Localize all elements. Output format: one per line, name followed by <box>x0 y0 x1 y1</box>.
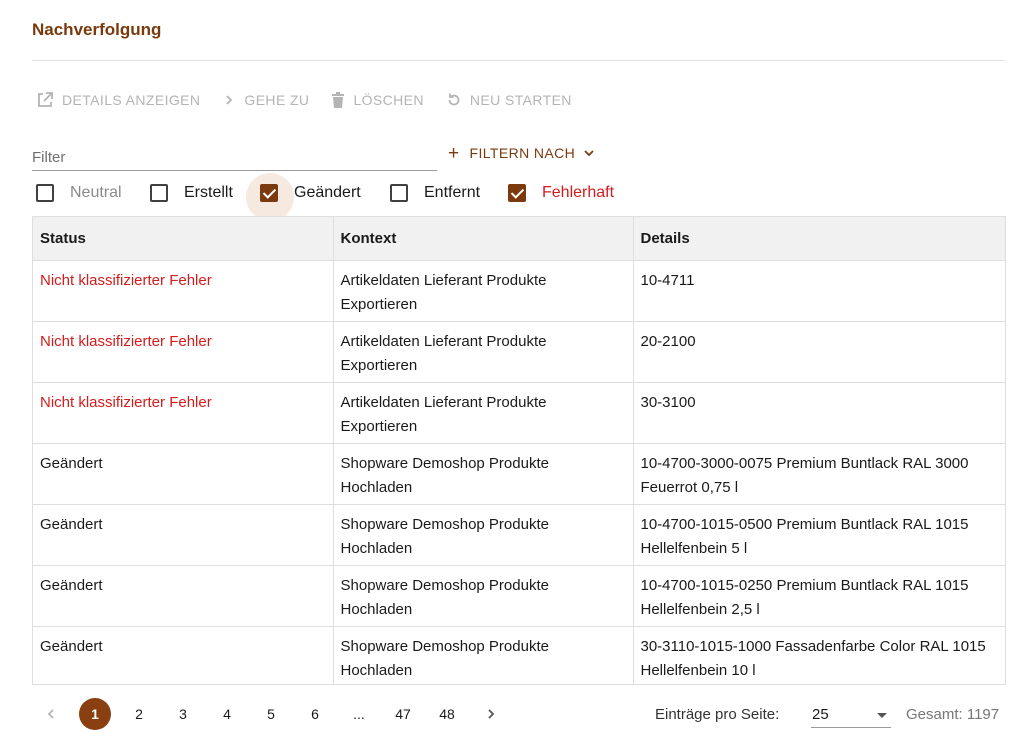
column-header-details[interactable]: Details <box>633 217 1005 261</box>
open-external-icon <box>38 92 53 107</box>
details-line: 10-4700-1015-0500 Premium Buntlack RAL 1… <box>640 515 969 533</box>
column-header-context[interactable]: Kontext <box>333 217 634 261</box>
dropdown-arrow-icon <box>877 713 887 718</box>
cell-details: 20-2100 <box>633 321 1005 383</box>
checkbox-box[interactable] <box>150 184 168 202</box>
checkbox-neutral-label: Neutral <box>70 184 122 201</box>
table-row[interactable]: Geändert Shopware Demoshop Produkte Hoch… <box>33 443 1005 505</box>
pagination: 1 2 3 4 5 6 ... 47 48 Einträge pro Seite… <box>36 698 1016 730</box>
table-row[interactable]: Geändert Shopware Demoshop Produkte Hoch… <box>33 626 1005 684</box>
tracking-table: Status Kontext Details Nicht klassifizie… <box>32 216 1006 685</box>
checkbox-entfernt-label: Entfernt <box>424 184 481 201</box>
page-button[interactable]: 47 <box>387 698 419 730</box>
per-page-select[interactable]: 25 <box>811 702 891 728</box>
table-header-row: Status Kontext Details <box>33 217 1005 261</box>
details-button[interactable]: DETAILS ANZEIGEN <box>36 91 200 109</box>
page-button[interactable]: 3 <box>167 698 199 730</box>
page-title: Nachverfolgung <box>32 20 162 39</box>
checkbox-box[interactable] <box>36 184 54 202</box>
checkbox-geaendert-label: Geändert <box>294 184 361 201</box>
page-button[interactable]: 2 <box>123 698 155 730</box>
checkbox-geaendert[interactable]: Geändert <box>260 184 361 202</box>
plus-icon: + <box>448 142 460 164</box>
page-button[interactable]: 4 <box>211 698 243 730</box>
cell-details: 10-4711 <box>633 260 1005 322</box>
cell-status: Geändert <box>33 504 334 566</box>
checkbox-box-checked[interactable] <box>260 184 278 202</box>
page-button[interactable]: 6 <box>299 698 331 730</box>
checkbox-erstellt-label: Erstellt <box>184 184 233 201</box>
details-line: 10-4711 <box>640 271 695 289</box>
cell-status: Nicht klassifizierter Fehler <box>33 382 334 444</box>
cell-details: 30-3110-1015-1000 Fassadenfarbe Color RA… <box>633 626 1005 684</box>
details-button-label: DETAILS ANZEIGEN <box>62 92 201 108</box>
page-button[interactable]: 5 <box>255 698 287 730</box>
page-button[interactable]: 48 <box>431 698 463 730</box>
cell-status: Nicht klassifizierter Fehler <box>33 321 334 383</box>
per-page-label: Einträge pro Seite: <box>655 706 780 723</box>
details-line: Hellelfenbein 5 l <box>640 539 748 557</box>
table-row[interactable]: Nicht klassifizierter Fehler Artikeldate… <box>33 321 1005 383</box>
title-divider <box>32 60 1005 61</box>
filter-field <box>32 146 437 171</box>
goto-button-label: GEHE ZU <box>244 92 310 108</box>
checkbox-fehlerhaft[interactable]: Fehlerhaft <box>508 184 614 202</box>
goto-button[interactable]: GEHE ZU <box>222 92 309 108</box>
column-header-status[interactable]: Status <box>33 217 334 261</box>
chevron-right-icon <box>226 95 233 105</box>
cell-context: Shopware Demoshop Produkte Hochladen <box>333 504 634 566</box>
details-line: 30-3100 <box>640 393 696 411</box>
cell-context: Shopware Demoshop Produkte Hochladen <box>333 565 634 627</box>
action-toolbar: DETAILS ANZEIGEN GEHE ZU LÖSCHEN NEU STA… <box>36 90 594 110</box>
page-ellipsis: ... <box>353 706 365 722</box>
restart-button[interactable]: NEU STARTEN <box>446 92 572 108</box>
cell-status: Geändert <box>33 626 334 684</box>
cell-context: Shopware Demoshop Produkte Hochladen <box>333 443 634 505</box>
chevron-left-icon <box>47 709 54 719</box>
restart-icon <box>448 93 460 106</box>
details-line: 10-4700-1015-0250 Premium Buntlack RAL 1… <box>640 576 969 594</box>
cell-status: Geändert <box>33 565 334 627</box>
filter-input[interactable] <box>32 146 437 168</box>
next-page-button[interactable] <box>475 698 507 730</box>
cell-details: 30-3100 <box>633 382 1005 444</box>
checkbox-box-checked[interactable] <box>508 184 526 202</box>
delete-button-label: LÖSCHEN <box>353 92 424 108</box>
filter-by-button[interactable]: + FILTERN NACH <box>448 143 595 163</box>
checkbox-box[interactable] <box>390 184 408 202</box>
details-line: Feuerrot 0,75 l <box>640 478 739 496</box>
details-line: Hellelfenbein 2,5 l <box>640 600 760 618</box>
table-row[interactable]: Geändert Shopware Demoshop Produkte Hoch… <box>33 565 1005 627</box>
checkbox-neutral[interactable]: Neutral <box>36 184 122 202</box>
cell-context: Shopware Demoshop Produkte Hochladen <box>333 626 634 684</box>
cell-status: Geändert <box>33 443 334 505</box>
cell-details: 10-4700-3000-0075 Premium Buntlack RAL 3… <box>633 443 1005 505</box>
details-line: 30-3110-1015-1000 Fassadenfarbe Color RA… <box>640 637 986 655</box>
details-line: Hellelfenbein 10 l <box>640 661 756 679</box>
cell-details: 10-4700-1015-0500 Premium Buntlack RAL 1… <box>633 504 1005 566</box>
cell-context: Artikeldaten Lieferant Produkte Exportie… <box>333 260 634 322</box>
prev-page-button[interactable] <box>35 698 67 730</box>
chevron-right-icon <box>488 709 495 719</box>
cell-context: Artikeldaten Lieferant Produkte Exportie… <box>333 382 634 444</box>
checkbox-erstellt[interactable]: Erstellt <box>150 184 233 202</box>
trash-icon <box>332 92 345 108</box>
page-button[interactable]: 1 <box>79 698 111 730</box>
table-row[interactable]: Nicht klassifizierter Fehler Artikeldate… <box>33 260 1005 322</box>
cell-details: 10-4700-1015-0250 Premium Buntlack RAL 1… <box>633 565 1005 627</box>
details-line: 10-4700-3000-0075 Premium Buntlack RAL 3… <box>640 454 969 472</box>
details-line: 20-2100 <box>640 332 696 350</box>
table-row[interactable]: Geändert Shopware Demoshop Produkte Hoch… <box>33 504 1005 566</box>
checkbox-fehlerhaft-label: Fehlerhaft <box>542 184 615 201</box>
cell-status: Nicht klassifizierter Fehler <box>33 260 334 322</box>
table-row[interactable]: Nicht klassifizierter Fehler Artikeldate… <box>33 382 1005 444</box>
total-count: Gesamt: 1197 <box>906 706 1000 723</box>
filter-by-label: FILTERN NACH <box>469 145 576 161</box>
restart-button-label: NEU STARTEN <box>469 92 572 108</box>
chevron-down-icon <box>584 150 594 157</box>
cell-context: Artikeldaten Lieferant Produkte Exportie… <box>333 321 634 383</box>
per-page-value: 25 <box>812 706 829 723</box>
checkbox-entfernt[interactable]: Entfernt <box>390 184 480 202</box>
delete-button[interactable]: LÖSCHEN <box>331 92 424 108</box>
